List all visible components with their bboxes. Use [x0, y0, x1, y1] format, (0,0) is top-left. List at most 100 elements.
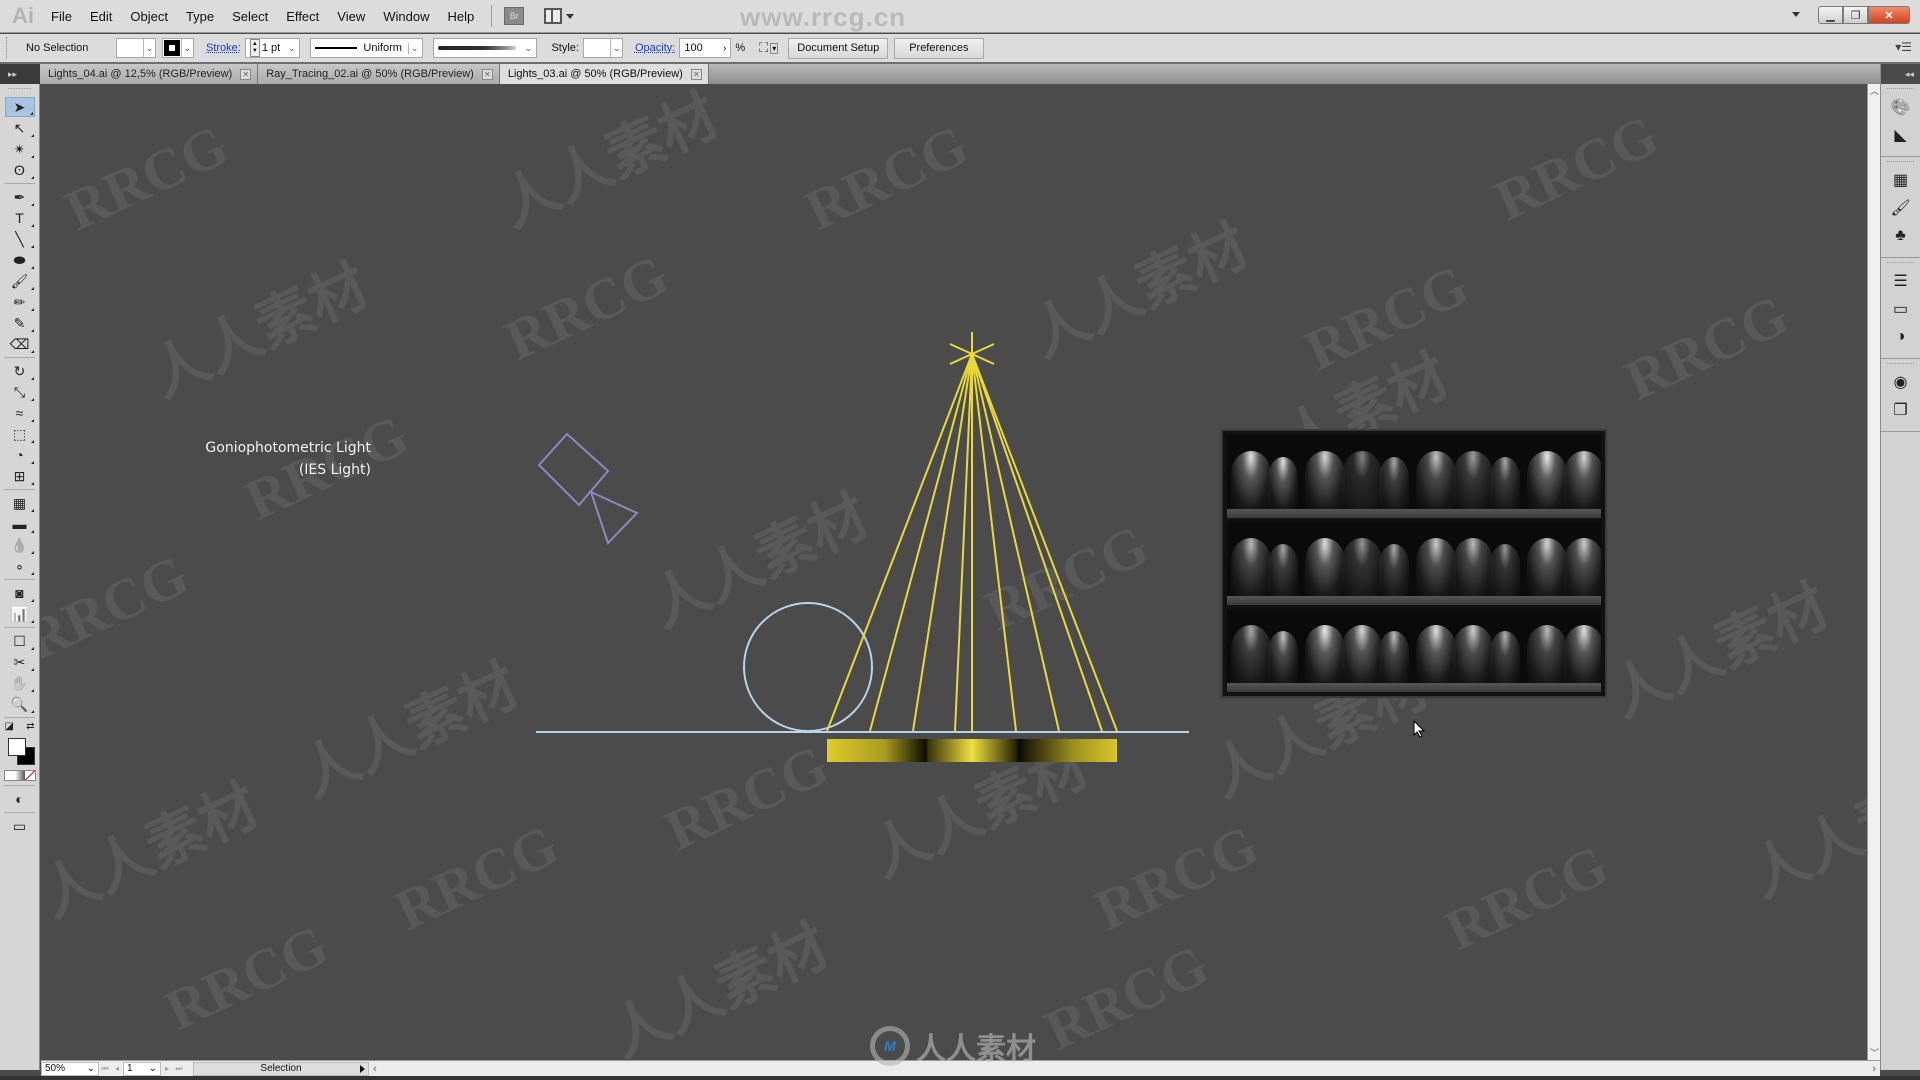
stroke-weight-field[interactable]: ▲ ▼ 1 pt ⌄	[244, 38, 301, 58]
mesh-tool[interactable]: ▦	[5, 493, 35, 513]
document-tab[interactable]: Lights_03.ai @ 50% (RGB/Preview) ✕	[499, 64, 709, 84]
chevron-right-icon[interactable]: ›	[723, 43, 726, 54]
hand-tool[interactable]: ✋	[5, 673, 35, 693]
menu-select[interactable]: Select	[223, 0, 277, 33]
stroke-icon[interactable]: ☰	[1889, 270, 1913, 292]
close-window-button[interactable]: ✕	[1868, 6, 1910, 24]
preferences-button[interactable]: Preferences	[894, 37, 984, 59]
screen-mode-button[interactable]: ▭	[5, 816, 35, 836]
shape-builder-tool[interactable]: ◔	[5, 445, 35, 465]
selection-tool[interactable]: ➤	[4, 97, 35, 117]
panel-grip[interactable]	[1887, 161, 1914, 165]
collapse-dock-icon[interactable]: ◂◂	[1881, 64, 1920, 84]
artboard-number-dropdown[interactable]: 1 ⌄	[123, 1061, 161, 1076]
menu-view[interactable]: View	[328, 0, 374, 33]
menu-window[interactable]: Window	[374, 0, 438, 33]
document-setup-button[interactable]: Document Setup	[788, 37, 889, 59]
document-tab[interactable]: Ray_Tracing_02.ai @ 50% (RGB/Preview) ✕	[258, 64, 500, 84]
blob-brush-tool[interactable]: ✎	[5, 313, 35, 333]
stroke-panel-link[interactable]: Stroke:	[206, 42, 241, 54]
swap-fill-stroke-icon[interactable]: ⇄	[26, 721, 34, 732]
brushes-icon[interactable]: 🖌	[1889, 197, 1913, 219]
gradient-icon[interactable]: ▭	[1889, 298, 1913, 320]
menu-file[interactable]: File	[42, 0, 81, 33]
scroll-left-icon[interactable]: ‹	[373, 1063, 377, 1075]
ellipse-tool[interactable]: ⬬	[5, 250, 35, 270]
ies-profiles-image[interactable]	[1221, 429, 1607, 698]
stroke-weight-stepper[interactable]: ▲ ▼	[249, 39, 260, 57]
draw-mode-button[interactable]: ◐	[5, 789, 35, 809]
menu-effect[interactable]: Effect	[277, 0, 328, 33]
panel-menu-icon[interactable]: ▾☰	[1895, 40, 1912, 54]
line-segment-tool[interactable]: ╲	[5, 229, 35, 249]
menu-type[interactable]: Type	[177, 0, 223, 33]
vertical-scrollbar[interactable]: ︿ ﹀	[1867, 84, 1880, 1060]
status-menu[interactable]: Selection	[193, 1061, 369, 1076]
menu-object[interactable]: Object	[121, 0, 177, 33]
panel-grip[interactable]	[1887, 262, 1914, 266]
bridge-button[interactable]: Br	[504, 7, 525, 25]
graphic-style-dropdown[interactable]: ⌄	[582, 38, 623, 58]
graphic-styles-icon[interactable]: ❐	[1889, 399, 1913, 421]
opacity-field[interactable]: 100 ›	[679, 38, 732, 58]
blend-tool[interactable]: ∘	[5, 556, 35, 576]
fill-stroke-control[interactable]	[5, 736, 35, 766]
default-fill-stroke-icon[interactable]: ◪	[5, 721, 14, 732]
pen-tool[interactable]: ✒	[5, 187, 35, 207]
previous-artboard-icon[interactable]: ◂	[111, 1064, 123, 1073]
close-tab-icon[interactable]: ✕	[690, 68, 702, 80]
transparency-icon[interactable]: ◑	[1889, 326, 1913, 348]
workspace-switcher[interactable]	[1792, 12, 1800, 17]
stroke-color-dropdown[interactable]: ⌄	[162, 38, 194, 58]
color-guide-icon[interactable]: ◣	[1889, 124, 1913, 146]
perspective-grid-tool[interactable]: ⊞	[5, 466, 35, 486]
close-tab-icon[interactable]: ✕	[481, 68, 493, 80]
swatches-icon[interactable]: ▦	[1889, 169, 1913, 191]
variable-width-profile-dropdown[interactable]: Uniform ⌄	[310, 38, 424, 58]
eraser-tool[interactable]: ⌫	[5, 334, 35, 354]
opacity-panel-link[interactable]: Opacity:	[635, 42, 675, 54]
menu-edit[interactable]: Edit	[81, 0, 121, 33]
minimize-button[interactable]: ▁	[1818, 6, 1843, 24]
eyedropper-tool[interactable]: 💧	[5, 535, 35, 555]
free-transform-tool[interactable]: ⬚	[5, 424, 35, 444]
lasso-tool[interactable]: ʘ	[5, 160, 35, 180]
zoom-level-dropdown[interactable]: 50% ⌄	[41, 1061, 99, 1076]
gradient-mode-button[interactable]	[14, 771, 25, 780]
width-tool[interactable]: ≈	[5, 403, 35, 423]
last-artboard-icon[interactable]: ⏭	[173, 1064, 185, 1074]
color-mode-button[interactable]	[4, 771, 15, 780]
symbols-icon[interactable]: ♣	[1889, 225, 1913, 247]
pencil-tool[interactable]: ✏	[5, 292, 35, 312]
panel-grip[interactable]	[1887, 88, 1914, 92]
document-tab[interactable]: Lights_04.ai @ 12,5% (RGB/Preview) ✕	[40, 64, 259, 84]
horizontal-scrollbar[interactable]: ‹ ›	[369, 1062, 1880, 1076]
brush-definition-dropdown[interactable]: ⌄	[433, 38, 538, 58]
magic-wand-tool[interactable]: ✴	[5, 139, 35, 159]
gradient-tool[interactable]: ▬	[5, 514, 35, 534]
fill-color-dropdown[interactable]: ⌄	[116, 38, 156, 58]
color-palette-icon[interactable]: 🎨	[1889, 96, 1913, 118]
appearance-icon[interactable]: ◉	[1889, 371, 1913, 393]
symbol-sprayer-tool[interactable]: ◙	[5, 583, 35, 603]
direct-selection-tool[interactable]: ↖	[5, 118, 35, 138]
menu-help[interactable]: Help	[438, 0, 483, 33]
close-tab-icon[interactable]: ✕	[240, 68, 252, 80]
zoom-tool[interactable]: 🔍	[5, 694, 35, 714]
scale-tool[interactable]: ⤡	[5, 382, 35, 402]
scroll-right-icon[interactable]: ›	[1872, 1063, 1876, 1075]
recolor-artwork-button[interactable]: ⛶ ▾	[759, 40, 779, 56]
column-graph-tool[interactable]: 📊	[5, 604, 35, 624]
fill-color-swatch[interactable]	[7, 738, 26, 756]
panel-grip[interactable]	[1887, 363, 1914, 367]
none-mode-button[interactable]	[24, 771, 35, 780]
paintbrush-tool[interactable]: 🖌	[5, 271, 35, 291]
expand-panels-icon[interactable]: ▸▸	[0, 64, 40, 84]
type-tool[interactable]: T	[5, 208, 35, 228]
panel-grip[interactable]	[8, 88, 31, 96]
artboard-tool[interactable]: ☐	[5, 631, 35, 651]
slice-tool[interactable]: ✂	[5, 652, 35, 672]
panel-grip[interactable]	[6, 37, 10, 59]
arrange-documents-button[interactable]	[544, 8, 575, 24]
rotate-tool[interactable]: ↻	[5, 361, 35, 381]
